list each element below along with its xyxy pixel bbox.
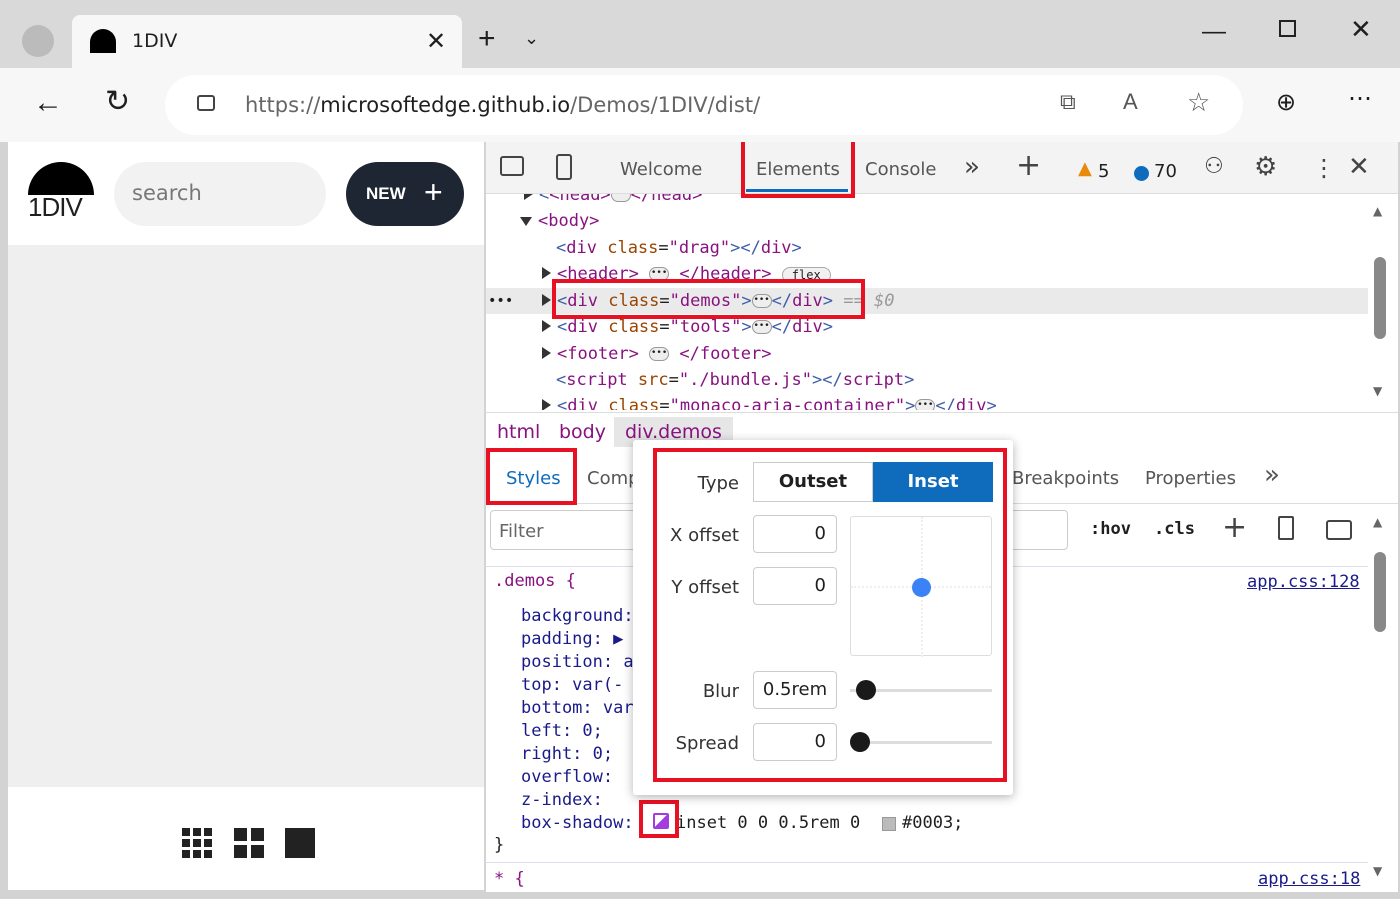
breadcrumb-body[interactable]: body <box>559 421 606 443</box>
prop-right[interactable]: right: 0; <box>521 743 613 766</box>
minimize-icon[interactable]: — <box>1202 18 1226 46</box>
logo: 1DIV <box>28 162 94 222</box>
url-host[interactable]: microsoftedge.github.io <box>320 93 570 117</box>
box-shadow-value[interactable]: inset 0 0 0.5rem 0 <box>676 812 860 835</box>
dom-node-head[interactable]: <<head> ••• </head> <box>524 194 1368 208</box>
close-devtools-icon[interactable]: ✕ <box>1348 152 1370 182</box>
prop-background[interactable]: background: <box>521 605 634 628</box>
prop-left[interactable]: left: 0; <box>521 720 603 743</box>
page-footer <box>8 787 484 890</box>
rule-selector: .demos { <box>494 571 576 591</box>
tab-console[interactable]: Console <box>865 159 936 180</box>
dom-node-script[interactable]: <script src="./bundle.js"></script> <box>556 367 1368 393</box>
add-tab-icon[interactable]: + <box>1016 148 1041 183</box>
prop-bottom[interactable]: bottom: var <box>521 697 634 720</box>
toggle-sidebar-icon[interactable] <box>1326 520 1352 540</box>
grid-medium-icon[interactable] <box>234 828 264 858</box>
page-header: 1DIV search NEW + <box>8 142 484 245</box>
url-path[interactable]: /Demos/1DIV/dist/ <box>570 93 760 117</box>
browser-tab[interactable]: 1DIV ✕ <box>72 15 462 68</box>
warning-icon[interactable]: ▲ <box>1078 158 1092 179</box>
close-tab-icon[interactable]: ✕ <box>426 27 446 56</box>
dom-node-body[interactable]: <body> <box>520 208 1368 234</box>
web-page: 1DIV search NEW + <box>8 142 484 890</box>
rule-close-brace: } <box>494 835 505 855</box>
rule2-selector: * { <box>494 869 525 889</box>
tab-computed[interactable]: Comp <box>587 468 640 489</box>
tab-properties[interactable]: Properties <box>1145 468 1236 489</box>
url-prefix[interactable]: https:// <box>245 93 320 117</box>
new-style-rule-icon[interactable]: + <box>1222 510 1247 545</box>
feedback-icon[interactable]: ⚇ <box>1204 154 1224 179</box>
settings-gear-icon[interactable]: ⚙ <box>1254 152 1277 182</box>
favicon <box>90 29 116 53</box>
breadcrumb-html[interactable]: html <box>497 421 540 443</box>
demos-area <box>8 245 484 787</box>
url-text[interactable]: https://microsoftedge.github.io/Demos/1D… <box>245 75 760 135</box>
prop-position[interactable]: position: a <box>521 651 634 674</box>
highlight-shadow-icon <box>639 800 679 838</box>
rule2-source-link[interactable]: app.css:18 <box>1258 869 1360 889</box>
maximize-icon[interactable] <box>1279 20 1296 37</box>
search-input[interactable]: search <box>114 162 326 226</box>
read-aloud-icon[interactable]: A <box>1123 89 1138 115</box>
paint-brush-icon[interactable] <box>1278 516 1294 540</box>
hov-toggle[interactable]: :hov <box>1090 519 1131 539</box>
prop-overflow[interactable]: overflow: <box>521 766 613 789</box>
grid-small-icon[interactable] <box>182 828 212 858</box>
inspect-icon[interactable] <box>500 156 524 176</box>
highlight-shadow-editor <box>653 448 1007 782</box>
close-window-icon[interactable]: ✕ <box>1350 14 1372 45</box>
refresh-icon[interactable]: ↻ <box>105 84 130 119</box>
style-rule-universal: * { app.css:18 <box>486 862 1368 892</box>
prop-top[interactable]: top: var(- <box>521 674 623 697</box>
address-row: ← ↻ https://microsoftedge.github.io/Demo… <box>0 68 1400 142</box>
tab-strip: 1DIV ✕ + ⌄ — ✕ <box>0 0 1400 68</box>
profile-avatar[interactable] <box>22 25 54 57</box>
more-panels-icon[interactable]: » <box>1264 460 1280 490</box>
rule-source-link[interactable]: app.css:128 <box>1247 572 1360 592</box>
message-icon[interactable] <box>1134 166 1149 181</box>
highlight-demos-node <box>552 279 865 319</box>
scroll-up-icon[interactable]: ▲ <box>1373 204 1382 218</box>
more-menu-icon[interactable]: ⋯ <box>1348 84 1372 113</box>
warning-count[interactable]: 5 <box>1098 161 1109 182</box>
tab-welcome[interactable]: Welcome <box>620 159 702 180</box>
plus-icon: + <box>424 174 443 210</box>
new-button[interactable]: NEW + <box>346 162 464 226</box>
highlight-styles-tab <box>486 448 577 505</box>
customize-menu-icon[interactable]: ⋮ <box>1312 154 1336 182</box>
prop-padding[interactable]: padding: ▶ <box>521 628 623 651</box>
tab-list-chevron-icon[interactable]: ⌄ <box>524 28 539 49</box>
cls-toggle[interactable]: .cls <box>1154 519 1195 539</box>
device-emulation-icon[interactable] <box>556 154 572 180</box>
styles-scroll-down-icon[interactable]: ▼ <box>1373 864 1382 878</box>
scroll-down-icon[interactable]: ▼ <box>1373 384 1382 398</box>
address-bar[interactable]: https://microsoftedge.github.io/Demos/1D… <box>165 75 1243 135</box>
new-tab-icon[interactable]: + <box>478 22 496 56</box>
styles-scroll-up-icon[interactable]: ▲ <box>1373 515 1382 529</box>
lock-icon <box>197 95 215 111</box>
collections-icon[interactable]: ⊕ <box>1276 88 1296 117</box>
message-count[interactable]: 70 <box>1154 161 1177 182</box>
dom-node-drag[interactable]: <div class="drag"></div> <box>556 235 1368 261</box>
devtools-toolbar: Welcome Elements Console » + ▲ 5 70 ⚇ ⚙ … <box>486 142 1398 194</box>
back-icon[interactable]: ← <box>33 86 63 120</box>
favorite-star-icon[interactable]: ☆ <box>1187 87 1210 118</box>
devtools: Welcome Elements Console » + ▲ 5 70 ⚇ ⚙ … <box>486 134 1398 892</box>
dom-node-footer[interactable]: <footer> ••• </footer> <box>542 341 1368 367</box>
prop-z-index[interactable]: z-index: <box>521 789 603 812</box>
open-in-app-icon[interactable]: ⧉ <box>1060 89 1076 115</box>
tab-dom-breakpoints[interactable]: Breakpoints <box>1012 468 1119 489</box>
box-shadow-color[interactable]: #0003; <box>902 812 963 835</box>
highlight-elements-tab <box>741 134 855 198</box>
grid-large-icon[interactable] <box>285 828 315 858</box>
dom-scrollbar[interactable] <box>1374 257 1386 339</box>
prop-box-shadow[interactable]: box-shadow: <box>521 812 634 835</box>
tab-title: 1DIV <box>132 30 178 52</box>
dom-node-monaco[interactable]: <div class="monaco-aria-container"> ••• </… <box>542 393 1368 410</box>
styles-scrollbar[interactable] <box>1374 552 1386 632</box>
more-tabs-icon[interactable]: » <box>964 152 980 182</box>
color-swatch[interactable] <box>882 817 896 831</box>
